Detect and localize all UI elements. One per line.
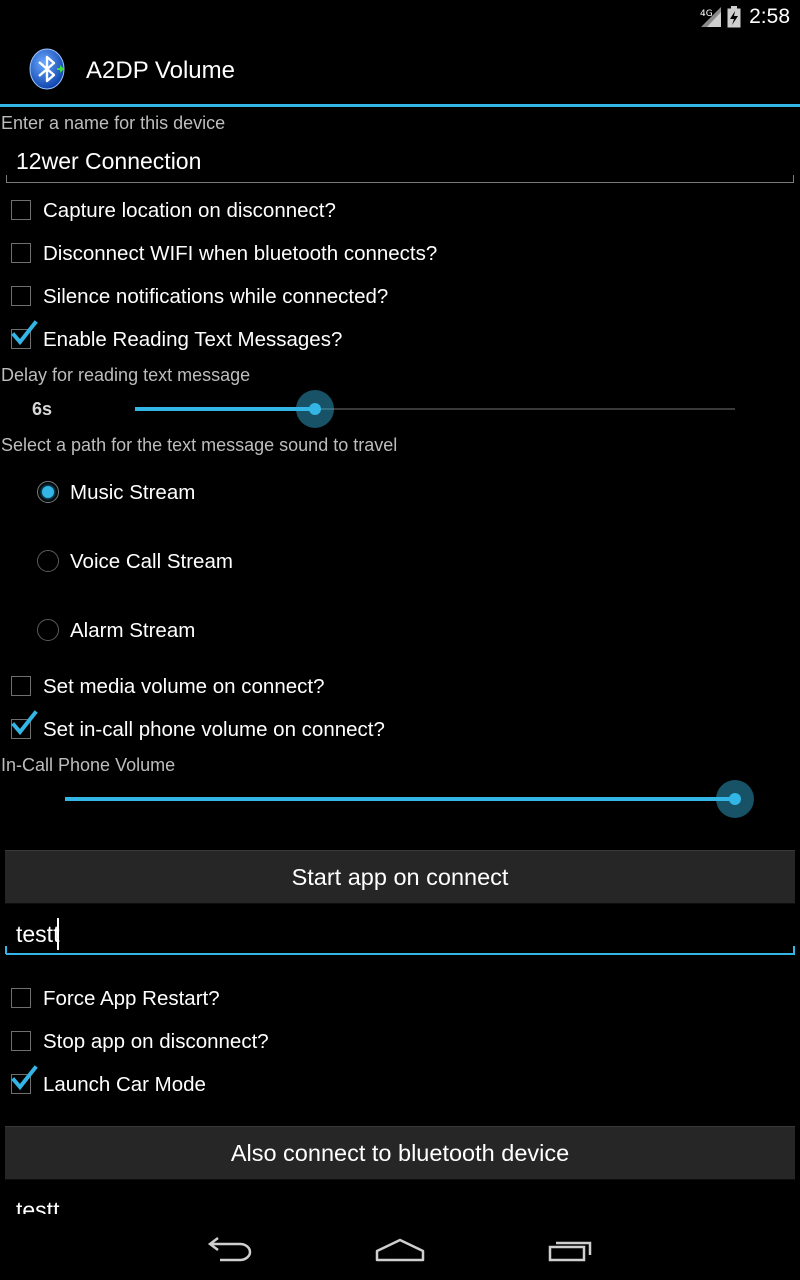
incall-volume-slider-fill [65,797,735,801]
checkmark-icon [11,320,38,346]
force-restart-checkbox[interactable] [11,988,31,1008]
bluetooth-app-icon[interactable] [26,48,68,90]
back-icon[interactable] [206,1236,254,1264]
force-restart-row[interactable]: Force App Restart? [0,981,800,1017]
incall-volume-row[interactable]: Set in-call phone volume on connect? [0,710,800,748]
radio-selected-dot [41,485,54,498]
capture-location-checkbox[interactable] [11,200,31,220]
bluetooth-device-button[interactable]: Also connect to bluetooth device [5,1126,795,1180]
car-mode-label: Launch Car Mode [43,1073,206,1096]
stop-app-label: Stop app on disconnect? [43,1030,269,1053]
text-cursor [57,918,59,950]
incall-volume-slider-thumb-core [729,793,741,805]
incall-volume-checkbox[interactable] [11,710,38,739]
delay-slider-thumb-core [309,403,321,415]
incall-volume-slider[interactable] [65,779,754,819]
battery-icon [727,6,741,28]
stop-app-row[interactable]: Stop app on disconnect? [0,1024,800,1060]
action-bar-divider [0,104,800,107]
delay-value: 6s [32,399,53,419]
app-name-edge-right [793,946,795,954]
voice-call-stream-radio[interactable] [37,550,59,572]
delay-slider-fill [135,407,315,411]
media-volume-row[interactable]: Set media volume on connect? [0,669,800,705]
incall-volume-label: Set in-call phone volume on connect? [43,718,385,741]
music-stream-option[interactable]: Music Stream [0,470,800,516]
reading-text-row[interactable]: Enable Reading Text Messages? [0,320,800,358]
navigation-bar [0,1214,800,1280]
disconnect-wifi-label: Disconnect WIFI when bluetooth connects? [43,242,438,265]
delay-label: Delay for reading text message [1,365,251,385]
device-name-edge-left [6,175,7,183]
device-name-hint: Enter a name for this device [1,113,226,133]
app-name-field[interactable]: testt [6,912,795,958]
stream-label: Select a path for the text message sound… [1,435,398,455]
capture-location-row[interactable]: Capture location on disconnect? [0,193,800,229]
device-name-edge-right [793,175,794,183]
alarm-stream-label: Alarm Stream [70,619,196,642]
incall-volume-slider-label: In-Call Phone Volume [1,755,176,775]
app-title: A2DP Volume [86,57,235,84]
voice-call-stream-option[interactable]: Voice Call Stream [0,539,800,585]
alarm-stream-option[interactable]: Alarm Stream [0,608,800,654]
svg-text:4G: 4G [700,9,713,19]
delay-slider[interactable] [135,389,735,429]
disconnect-wifi-checkbox[interactable] [11,243,31,263]
incall-volume-slider-thumb[interactable] [716,780,754,818]
app-name-edge-left [5,946,7,954]
reading-text-checkbox[interactable] [11,320,38,349]
clock: 2:58 [749,5,790,28]
recent-apps-icon[interactable] [548,1236,596,1264]
stop-app-checkbox[interactable] [11,1031,31,1051]
capture-location-label: Capture location on disconnect? [43,199,336,222]
device-name-field[interactable]: 12wer Connection [16,148,201,175]
disconnect-wifi-row[interactable]: Disconnect WIFI when bluetooth connects? [0,236,800,272]
app-name-value: testt [16,921,60,947]
car-mode-row[interactable]: Launch Car Mode [0,1065,800,1103]
silence-notifications-label: Silence notifications while connected? [43,285,389,308]
silence-notifications-row[interactable]: Silence notifications while connected? [0,279,800,315]
device-name-underline [6,182,794,183]
status-icons: 4G 2:58 [699,4,790,30]
voice-call-stream-label: Voice Call Stream [70,550,233,573]
music-stream-label: Music Stream [70,481,196,504]
checkmark-icon [11,710,38,736]
car-mode-checkbox[interactable] [11,1065,38,1094]
alarm-stream-radio[interactable] [37,619,59,641]
silence-notifications-checkbox[interactable] [11,286,31,306]
network-signal-icon: 4G [700,7,722,27]
media-volume-label: Set media volume on connect? [43,675,325,698]
status-bar: 4G 2:58 [0,0,800,34]
home-icon[interactable] [374,1236,426,1264]
reading-text-label: Enable Reading Text Messages? [43,328,343,351]
force-restart-label: Force App Restart? [43,987,220,1010]
media-volume-checkbox[interactable] [11,676,31,696]
music-stream-radio[interactable] [37,481,59,503]
checkmark-icon [11,1065,38,1091]
delay-slider-thumb[interactable] [296,390,334,428]
app-name-underline [6,953,795,955]
start-app-button[interactable]: Start app on connect [5,850,795,904]
